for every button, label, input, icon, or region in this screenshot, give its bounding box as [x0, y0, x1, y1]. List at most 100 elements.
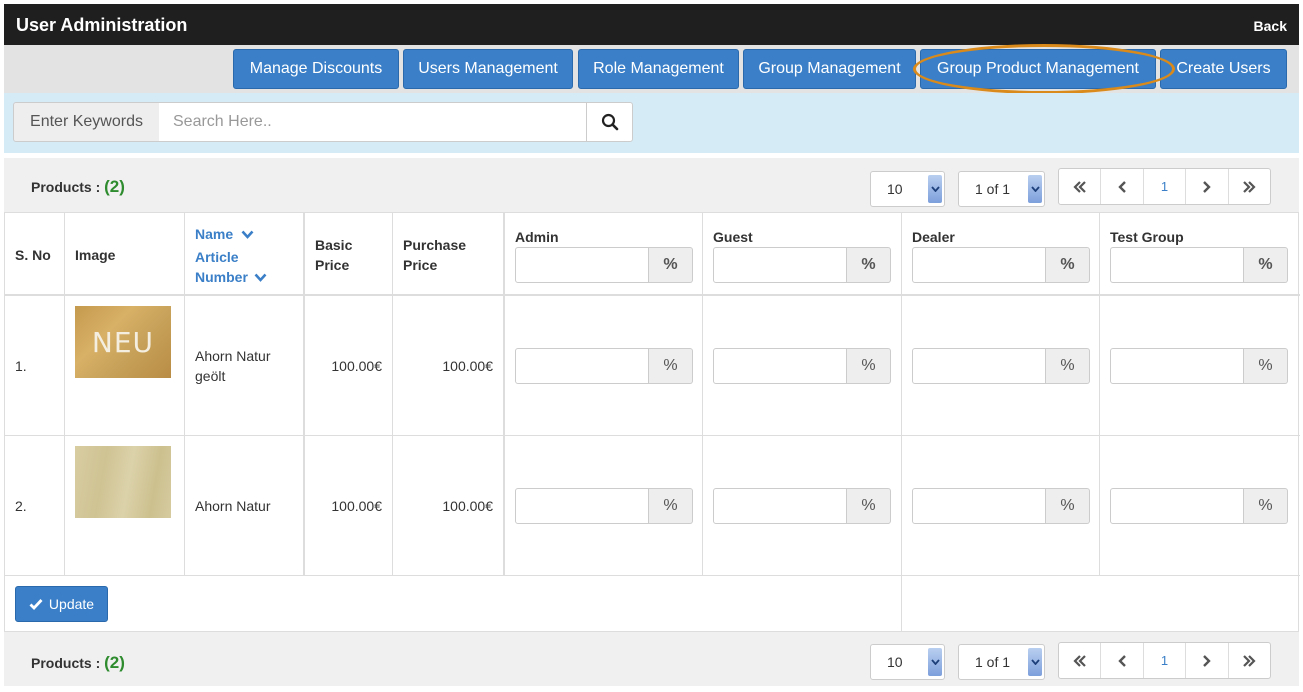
guest-discount-input[interactable]: [713, 348, 847, 384]
col-group-dealer: Dealer %: [902, 213, 1100, 296]
search-input[interactable]: [159, 102, 587, 142]
row-purchase-price: 100.00€: [393, 436, 505, 576]
per-page-select[interactable]: 10: [870, 644, 945, 680]
chevron-down-icon: [1028, 648, 1042, 676]
test-group-discount-input[interactable]: [1110, 348, 1244, 384]
update-button[interactable]: Update: [15, 586, 108, 622]
col-sno: S. No: [5, 213, 65, 296]
col-purchase-price: Purchase Price: [393, 213, 505, 296]
first-page-button[interactable]: [1059, 643, 1102, 678]
dealer-bulk-input[interactable]: [912, 247, 1046, 283]
double-chevron-left-icon: [1073, 654, 1086, 667]
admin-discount-input[interactable]: [515, 488, 649, 524]
users-management-button[interactable]: Users Management: [403, 49, 573, 89]
products-label: Products :: [31, 655, 101, 671]
products-label: Products :: [31, 179, 101, 195]
percent-addon: %: [1046, 247, 1090, 283]
next-page-button[interactable]: [1186, 169, 1229, 204]
per-page-select[interactable]: 10: [870, 171, 945, 207]
page-select-value: 1 of 1: [975, 654, 1011, 670]
group-dealer-label: Dealer: [912, 229, 955, 245]
percent-addon: %: [847, 488, 891, 524]
per-page-value: 10: [887, 181, 903, 197]
test-group-discount-input[interactable]: [1110, 488, 1244, 524]
col-basic-price-label: Basic Price: [315, 237, 353, 273]
row-purchase-price: 100.00€: [393, 296, 505, 436]
row-admin-cell: %: [505, 296, 703, 436]
purchase-price-value: 100.00€: [442, 498, 493, 514]
products-count: (2): [104, 653, 125, 672]
page-title: User Administration: [16, 15, 188, 35]
role-management-button[interactable]: Role Management: [578, 49, 739, 89]
page-select[interactable]: 1 of 1: [958, 171, 1045, 207]
guest-discount-input[interactable]: [713, 488, 847, 524]
col-group-test: Test Group %: [1100, 213, 1298, 296]
chevron-down-icon: [928, 175, 942, 203]
percent-addon: %: [847, 247, 891, 283]
row-guest-cell: %: [703, 296, 902, 436]
row-sno: 2.: [5, 436, 65, 576]
search-button[interactable]: [586, 102, 633, 142]
next-page-button[interactable]: [1186, 643, 1229, 678]
chevron-down-icon: [1028, 175, 1042, 203]
double-chevron-right-icon: [1243, 654, 1256, 667]
products-table: S. No Image Name Article Number Basic Pr…: [4, 212, 1300, 633]
app-header: User Administration Back: [4, 4, 1299, 45]
purchase-price-value: 100.00€: [442, 358, 493, 374]
test-group-bulk-input[interactable]: [1110, 247, 1244, 283]
row-basic-price: 100.00€: [305, 296, 393, 436]
col-name-label: Name: [195, 226, 234, 242]
double-chevron-right-icon: [1243, 180, 1256, 193]
dealer-discount-input[interactable]: [912, 488, 1046, 524]
first-page-button[interactable]: [1059, 169, 1102, 204]
row-image: [65, 436, 185, 576]
product-thumbnail[interactable]: NEU: [75, 306, 171, 378]
sort-name[interactable]: Name: [195, 226, 254, 242]
percent-addon: %: [847, 348, 891, 384]
basic-price-value: 100.00€: [331, 498, 382, 514]
row-dealer-cell: %: [902, 436, 1100, 576]
row-dealer-cell: %: [902, 296, 1100, 436]
checkmark-icon: [29, 599, 43, 610]
admin-discount-input[interactable]: [515, 348, 649, 384]
col-purchase-price-label: Purchase Price: [403, 237, 467, 273]
last-page-button[interactable]: [1229, 169, 1270, 204]
products-toolbar-top: Products : (2) 10 1 of 1 1: [4, 158, 1299, 212]
row-admin-cell: %: [505, 436, 703, 576]
group-test-label: Test Group: [1110, 229, 1184, 245]
chevron-down-icon: [241, 230, 254, 239]
sort-article-number[interactable]: Article Number: [195, 247, 285, 287]
products-count-label: Products : (2): [31, 177, 125, 197]
page-select-value: 1 of 1: [975, 181, 1011, 197]
percent-addon: %: [649, 488, 693, 524]
page-number-button[interactable]: 1: [1144, 169, 1187, 204]
percent-addon: %: [1046, 488, 1090, 524]
page-select[interactable]: 1 of 1: [958, 644, 1045, 680]
group-product-management-button[interactable]: Group Product Management: [920, 49, 1156, 89]
manage-discounts-button[interactable]: Manage Discounts: [233, 49, 399, 89]
prev-page-button[interactable]: [1101, 643, 1144, 678]
row-sno: 1.: [5, 296, 65, 436]
create-users-button[interactable]: Create Users: [1160, 49, 1287, 89]
keywords-label: Enter Keywords: [13, 102, 160, 142]
product-name: Ahorn Natur geölt: [195, 348, 271, 384]
row-test-group-cell: %: [1100, 296, 1298, 436]
update-label: Update: [48, 596, 95, 612]
admin-bulk-input[interactable]: [515, 247, 649, 283]
col-group-admin: Admin %: [505, 213, 703, 296]
guest-bulk-input[interactable]: [713, 247, 847, 283]
product-thumbnail[interactable]: [75, 446, 171, 518]
chevron-left-icon: [1117, 654, 1126, 667]
col-image: Image: [65, 213, 185, 296]
basic-price-value: 100.00€: [331, 358, 382, 374]
percent-addon: %: [1244, 247, 1288, 283]
percent-addon: %: [1244, 348, 1288, 384]
row-test-group-cell: %: [1100, 436, 1298, 576]
per-page-value: 10: [887, 654, 903, 670]
back-link[interactable]: Back: [1254, 18, 1287, 34]
dealer-discount-input[interactable]: [912, 348, 1046, 384]
page-number-button[interactable]: 1: [1144, 643, 1187, 678]
last-page-button[interactable]: [1229, 643, 1270, 678]
group-management-button[interactable]: Group Management: [743, 49, 916, 89]
prev-page-button[interactable]: [1101, 169, 1144, 204]
